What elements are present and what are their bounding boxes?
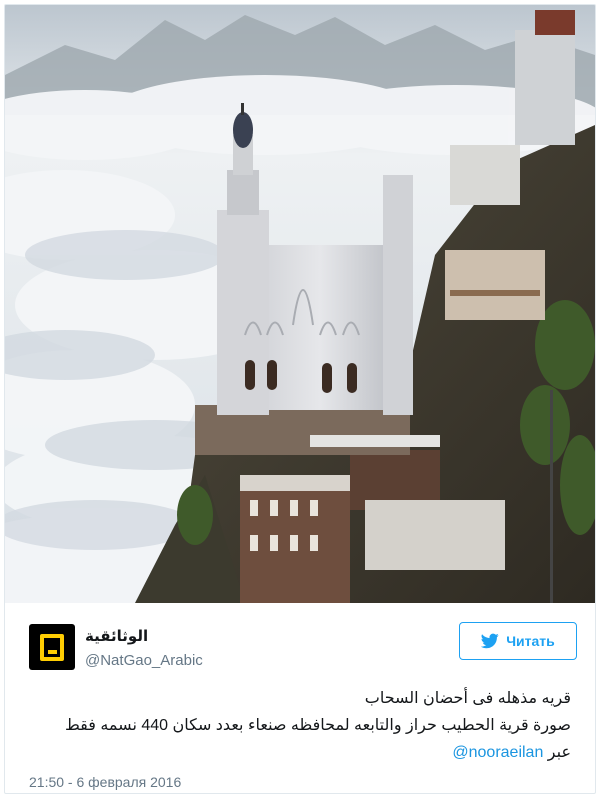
follow-label: Читать	[506, 633, 555, 649]
tweet-timestamp[interactable]: 21:50 - 6 февраля 2016	[29, 774, 181, 790]
natgeo-frame-logo-icon	[40, 633, 64, 661]
via-label: عبر	[547, 744, 571, 761]
tweet-text-line-1: قريه مذهله فى أحضان السحاب	[364, 690, 571, 707]
tweet-photo[interactable]	[5, 5, 595, 603]
author-handle[interactable]: @NatGao_Arabic	[85, 652, 203, 669]
author-avatar[interactable]	[29, 624, 75, 670]
tweet-text-line-3: عبر @nooraeilan	[31, 742, 571, 764]
author-name[interactable]: الوثائقية	[85, 627, 148, 645]
tweet-text-line-2: صورة قرية الحطيب حراز والتابعه لمحافظه ص…	[64, 717, 571, 734]
twitter-bird-icon	[481, 633, 499, 649]
follow-button[interactable]: Читать	[459, 622, 577, 660]
embedded-tweet-card: الوثائقية @NatGao_Arabic Читать قريه مذه…	[4, 4, 596, 794]
village-above-clouds-illustration	[5, 5, 595, 603]
mention-link[interactable]: @nooraeilan	[452, 744, 543, 761]
